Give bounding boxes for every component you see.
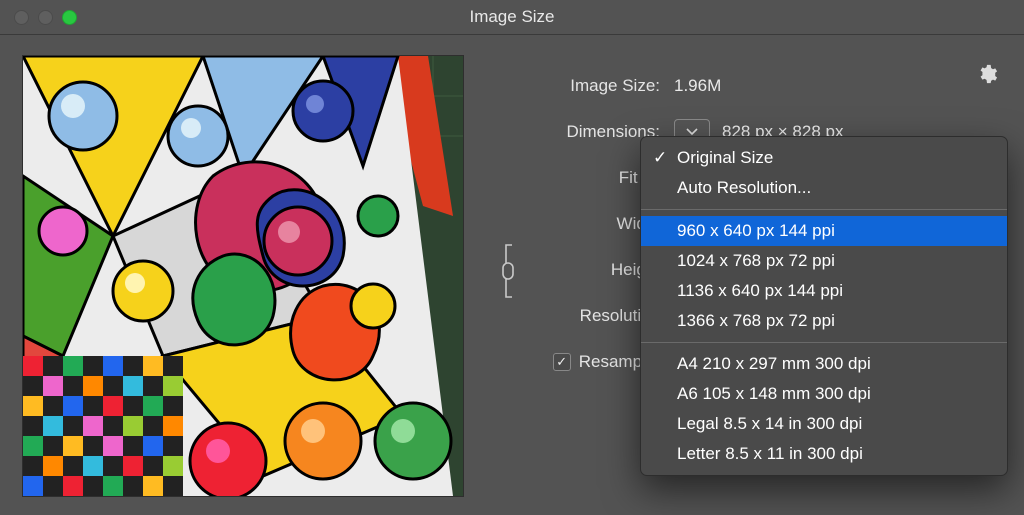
check-icon: ✓ (653, 148, 667, 168)
image-preview (22, 55, 464, 497)
menu-item[interactable]: 1136 x 640 px 144 ppi (641, 276, 1007, 306)
resolution-label: Resolution (490, 306, 660, 326)
menu-item-label: 1136 x 640 px 144 ppi (677, 281, 843, 301)
menu-item[interactable]: ✓ Original Size (641, 143, 1007, 173)
menu-item-label: Original Size (677, 148, 773, 168)
titlebar: Image Size (0, 0, 1024, 35)
menu-item[interactable]: 1024 x 768 px 72 ppi (641, 246, 1007, 276)
window-controls (14, 10, 77, 25)
menu-item[interactable]: 960 x 640 px 144 ppi (641, 216, 1007, 246)
menu-item[interactable]: Auto Resolution... (641, 173, 1007, 203)
menu-item-label: A4 210 x 297 mm 300 dpi (677, 354, 871, 374)
menu-separator (641, 342, 1007, 343)
menu-item-label: Auto Resolution... (677, 178, 811, 198)
menu-item[interactable]: A4 210 x 297 mm 300 dpi (641, 349, 1007, 379)
close-window-button[interactable] (14, 10, 29, 25)
menu-item[interactable]: A6 105 x 148 mm 300 dpi (641, 379, 1007, 409)
chevron-down-icon (686, 128, 698, 136)
link-icon[interactable] (498, 243, 518, 299)
width-label: Width (490, 214, 660, 234)
dimensions-label: Dimensions: (490, 122, 660, 142)
menu-item-label: 960 x 640 px 144 ppi (677, 221, 835, 241)
menu-item-label: A6 105 x 148 mm 300 dpi (677, 384, 871, 404)
zoom-window-button[interactable] (62, 10, 77, 25)
image-size-value: 1.96M (674, 76, 721, 96)
menu-item[interactable]: Legal 8.5 x 14 in 300 dpi (641, 409, 1007, 439)
minimize-window-button[interactable] (38, 10, 53, 25)
window-title: Image Size (0, 7, 1024, 27)
menu-item[interactable]: Letter 8.5 x 11 in 300 dpi (641, 439, 1007, 469)
menu-item-label: 1024 x 768 px 72 ppi (677, 251, 835, 271)
fit-to-label: Fit To (490, 168, 660, 188)
menu-separator (641, 209, 1007, 210)
menu-item-label: Letter 8.5 x 11 in 300 dpi (677, 444, 863, 464)
gear-icon[interactable] (976, 63, 998, 85)
menu-item[interactable]: 1366 x 768 px 72 ppi (641, 306, 1007, 336)
fit-to-menu: ✓ Original Size Auto Resolution... 960 x 64… (640, 136, 1008, 476)
image-size-label: Image Size: (490, 76, 660, 96)
preview-artwork (23, 56, 463, 496)
menu-item-label: 1366 x 768 px 72 ppi (677, 311, 835, 331)
resample-checkbox[interactable]: ✓ (553, 353, 571, 371)
menu-item-label: Legal 8.5 x 14 in 300 dpi (677, 414, 862, 434)
